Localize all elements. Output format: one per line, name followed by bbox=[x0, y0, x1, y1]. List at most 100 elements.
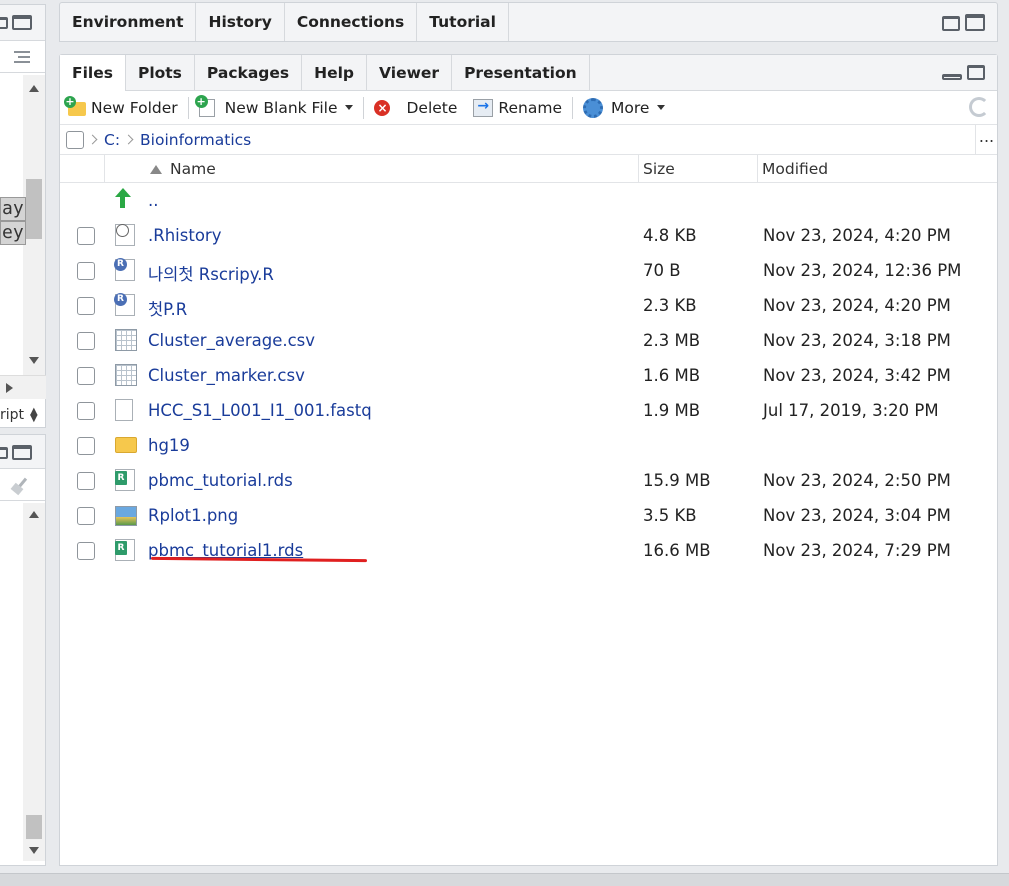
file-size: 15.9 MB bbox=[643, 471, 711, 490]
delete-button[interactable]: × Delete bbox=[374, 99, 457, 117]
tab-packages[interactable]: Packages bbox=[195, 55, 303, 90]
column-header-size[interactable]: Size bbox=[638, 155, 757, 183]
table-row: pbmc_tutorial1.rds 16.6 MB Nov 23, 2024,… bbox=[60, 533, 997, 568]
script-type-label[interactable]: ript bbox=[0, 407, 24, 423]
table-row: Rplot1.png 3.5 KB Nov 23, 2024, 3:04 PM bbox=[60, 498, 997, 533]
gear-icon bbox=[583, 97, 603, 118]
file-modified: Jul 17, 2019, 3:20 PM bbox=[763, 401, 939, 420]
tab-help[interactable]: Help bbox=[302, 55, 368, 90]
table-row: pbmc_tutorial.rds 15.9 MB Nov 23, 2024, … bbox=[60, 463, 997, 498]
tab-plots[interactable]: Plots bbox=[126, 55, 195, 90]
file-size: 2.3 MB bbox=[643, 331, 701, 350]
csv-file-icon bbox=[115, 329, 137, 351]
parent-directory-link[interactable]: .. bbox=[148, 191, 159, 210]
file-name-link[interactable]: pbmc_tutorial.rds bbox=[148, 471, 293, 490]
folder-name-link[interactable]: hg19 bbox=[148, 436, 190, 455]
minimize-icon[interactable] bbox=[0, 17, 8, 29]
select-all-checkbox[interactable] bbox=[66, 130, 84, 149]
left-top-scrollbar[interactable] bbox=[23, 75, 45, 375]
column-header-name[interactable]: Name bbox=[150, 155, 216, 183]
file-modified: Nov 23, 2024, 12:36 PM bbox=[763, 261, 962, 280]
tab-files[interactable]: Files bbox=[60, 55, 126, 91]
minimize-icon[interactable] bbox=[0, 447, 8, 459]
row-checkbox[interactable] bbox=[77, 367, 95, 385]
column-header-modified[interactable]: Modified bbox=[757, 155, 828, 183]
maximize-icon[interactable] bbox=[12, 15, 32, 30]
more-button[interactable]: More bbox=[583, 97, 666, 118]
scroll-up-icon[interactable] bbox=[29, 85, 39, 92]
environment-tabs: Environment History Connections Tutorial bbox=[60, 3, 997, 41]
file-name-link[interactable]: HCC_S1_L001_I1_001.fastq bbox=[148, 401, 372, 420]
new-folder-button[interactable]: New Folder bbox=[64, 96, 178, 117]
row-checkbox[interactable] bbox=[77, 507, 95, 525]
outline-icon[interactable] bbox=[14, 51, 30, 63]
horizontal-scrollbar[interactable] bbox=[0, 375, 46, 399]
row-checkbox[interactable] bbox=[77, 437, 95, 455]
tab-presentation[interactable]: Presentation bbox=[452, 55, 590, 90]
file-name-link[interactable]: Cluster_average.csv bbox=[148, 331, 315, 350]
file-modified: Nov 23, 2024, 4:20 PM bbox=[763, 226, 951, 245]
row-checkbox[interactable] bbox=[77, 472, 95, 490]
new-blank-file-button[interactable]: New Blank File bbox=[194, 94, 354, 117]
rename-button[interactable]: Rename bbox=[473, 98, 562, 117]
minimize-icon[interactable] bbox=[942, 74, 962, 80]
toolbar-divider bbox=[363, 96, 365, 119]
restore-icon[interactable] bbox=[942, 16, 960, 31]
file-modified: Nov 23, 2024, 7:29 PM bbox=[763, 541, 951, 560]
scroll-down-icon[interactable] bbox=[29, 847, 39, 854]
chevron-right-icon bbox=[87, 134, 98, 145]
go-to-directory-button[interactable]: ... bbox=[975, 125, 997, 154]
left-top-pane-header bbox=[0, 5, 45, 41]
row-checkbox[interactable] bbox=[77, 542, 95, 560]
file-size: 2.3 KB bbox=[643, 296, 697, 315]
file-modified: Nov 23, 2024, 4:20 PM bbox=[763, 296, 951, 315]
rds-file-icon bbox=[115, 469, 135, 491]
file-size: 1.6 MB bbox=[643, 366, 701, 385]
file-name-link[interactable]: 첫P.R bbox=[148, 296, 187, 320]
file-modified: Nov 23, 2024, 3:42 PM bbox=[763, 366, 951, 385]
left-pane-strip: ay ey ript ▲ ▼ bbox=[0, 0, 47, 886]
breadcrumb-current[interactable]: Bioinformatics bbox=[140, 131, 251, 149]
restore-icon[interactable] bbox=[967, 65, 985, 80]
files-tabs: Files Plots Packages Help Viewer Present… bbox=[60, 55, 997, 91]
column-divider bbox=[104, 155, 105, 183]
script-type-stepper-icon[interactable]: ▲ ▼ bbox=[30, 407, 38, 424]
file-table-header: Name Size Modified bbox=[60, 155, 997, 183]
file-name-link[interactable]: Cluster_marker.csv bbox=[148, 366, 305, 385]
scroll-up-icon[interactable] bbox=[29, 511, 39, 518]
parent-directory-row[interactable]: .. bbox=[60, 183, 997, 218]
toolbar-divider bbox=[572, 96, 573, 119]
row-checkbox[interactable] bbox=[77, 227, 95, 245]
table-row: hg19 bbox=[60, 428, 997, 463]
breadcrumb-root[interactable]: C: bbox=[104, 131, 120, 149]
tab-history[interactable]: History bbox=[196, 3, 285, 41]
table-row: 첫P.R 2.3 KB Nov 23, 2024, 4:20 PM bbox=[60, 288, 997, 323]
file-size: 16.6 MB bbox=[643, 541, 711, 560]
left-bottom-pane-toolbar bbox=[0, 469, 45, 501]
refresh-icon[interactable] bbox=[969, 97, 989, 117]
maximize-icon[interactable] bbox=[965, 14, 985, 31]
tab-viewer[interactable]: Viewer bbox=[367, 55, 453, 90]
scroll-thumb[interactable] bbox=[26, 815, 42, 839]
maximize-icon[interactable] bbox=[12, 445, 32, 460]
code-fragment: ey bbox=[0, 221, 26, 245]
broom-icon[interactable] bbox=[10, 477, 32, 496]
scroll-right-icon[interactable] bbox=[6, 383, 13, 393]
row-checkbox[interactable] bbox=[77, 297, 95, 315]
file-name-link[interactable]: 나의첫 Rscripy.R bbox=[148, 261, 274, 285]
files-toolbar: New Folder New Blank File × Delete Renam… bbox=[60, 91, 997, 125]
files-pane: Files Plots Packages Help Viewer Present… bbox=[59, 54, 998, 866]
toolbar-divider bbox=[187, 96, 189, 119]
row-checkbox[interactable] bbox=[77, 262, 95, 280]
scroll-down-icon[interactable] bbox=[29, 357, 39, 364]
tab-connections[interactable]: Connections bbox=[285, 3, 418, 41]
file-name-link[interactable]: Rplot1.png bbox=[148, 506, 238, 525]
tab-tutorial[interactable]: Tutorial bbox=[417, 3, 509, 41]
file-name-link[interactable]: .Rhistory bbox=[148, 226, 221, 245]
parent-directory-icon bbox=[115, 188, 137, 210]
row-checkbox[interactable] bbox=[77, 332, 95, 350]
left-bottom-scrollbar[interactable] bbox=[23, 503, 45, 861]
scroll-thumb[interactable] bbox=[26, 179, 42, 239]
tab-environment[interactable]: Environment bbox=[60, 3, 197, 41]
row-checkbox[interactable] bbox=[77, 402, 95, 420]
